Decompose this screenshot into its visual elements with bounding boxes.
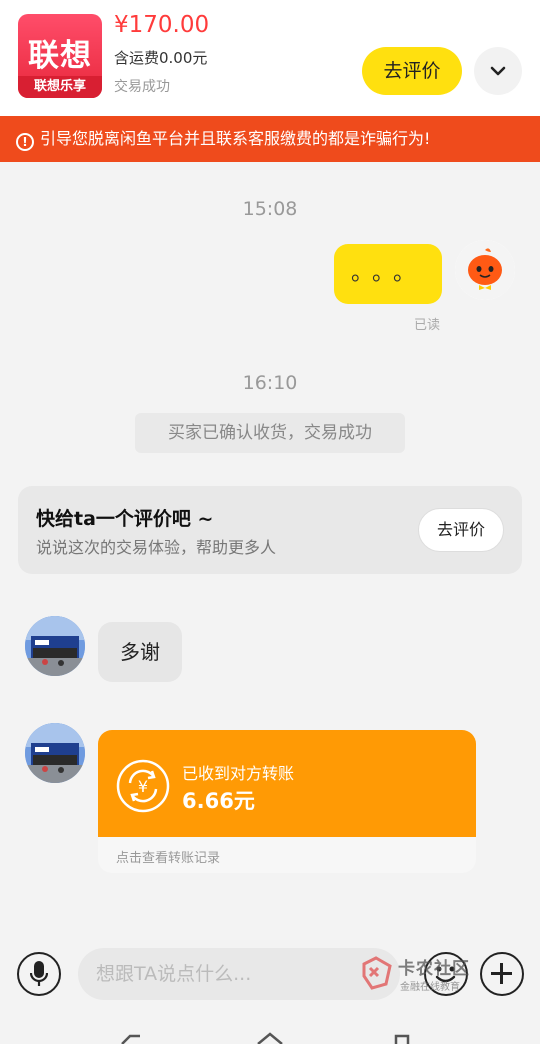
transfer-amount: 6.66元 xyxy=(182,789,255,813)
system-message: 买家已确认收货，交易成功 xyxy=(135,413,405,453)
product-header: 联想 联想乐享 ¥170.00 含运费0.00元 交易成功 去评价 xyxy=(0,0,540,116)
other-avatar[interactable] xyxy=(25,723,85,783)
yuan-exchange-icon: ¥ xyxy=(116,759,170,813)
home-nav-icon[interactable] xyxy=(257,1032,283,1044)
trade-status: 交易成功 xyxy=(114,79,170,95)
other-message-bubble[interactable]: 多谢 xyxy=(98,622,182,682)
shipping-fee: 含运费0.00元 xyxy=(114,49,208,67)
transfer-card-body: ¥ 已收到对方转账 6.66元 xyxy=(98,730,476,837)
review-prompt-card: 快给ta一个评价吧 ~ 说说这次的交易体验，帮助更多人 去评价 xyxy=(18,486,522,574)
my-avatar[interactable] xyxy=(455,240,515,300)
product-price: ¥170.00 xyxy=(114,12,210,38)
watermark: 卡农社区 金融在线教育 xyxy=(360,954,490,994)
review-card-title: 快给ta一个评价吧 ~ xyxy=(36,508,214,530)
expand-button[interactable] xyxy=(474,47,522,95)
storefront-avatar-icon xyxy=(25,616,85,676)
review-button-header[interactable]: 去评价 xyxy=(362,47,462,95)
product-thumbnail[interactable]: 联想 联想乐享 xyxy=(18,14,102,98)
chat-page: 联想 联想乐享 ¥170.00 含运费0.00元 交易成功 去评价 ! 引导您脱离… xyxy=(0,0,540,1044)
read-status: 已读 xyxy=(414,318,441,333)
recents-nav-icon[interactable] xyxy=(394,1034,410,1044)
storefront-avatar-icon xyxy=(25,723,85,783)
fraud-warning-text: 引导您脱离闲鱼平台并且联系客服缴费的都是诈骗行为! xyxy=(40,129,431,148)
thumbnail-brand-subtext: 联想乐享 xyxy=(18,76,102,98)
my-message-bubble[interactable]: 。。。 xyxy=(334,244,442,304)
system-nav-bar xyxy=(121,1032,410,1044)
thumbnail-brand-text: 联想 xyxy=(28,38,92,74)
svg-text:¥: ¥ xyxy=(138,777,148,796)
chevron-down-icon xyxy=(490,66,506,76)
fraud-warning-banner: ! 引导您脱离闲鱼平台并且联系客服缴费的都是诈骗行为! xyxy=(0,116,540,162)
review-card-button[interactable]: 去评价 xyxy=(418,508,504,552)
transfer-card[interactable]: ¥ 已收到对方转账 6.66元 点击查看转账记录 xyxy=(98,730,476,873)
timestamp: 15:08 xyxy=(242,198,298,220)
timestamp: 16:10 xyxy=(242,372,298,394)
exclamation-circle-icon: ! xyxy=(16,133,34,151)
watermark-name: 卡农社区 xyxy=(398,959,470,979)
other-avatar[interactable] xyxy=(25,616,85,676)
transfer-label: 已收到对方转账 xyxy=(182,764,295,783)
transfer-record-link[interactable]: 点击查看转账记录 xyxy=(116,847,220,866)
message-input[interactable] xyxy=(78,948,400,1000)
voice-button[interactable] xyxy=(17,952,61,996)
back-nav-icon[interactable] xyxy=(121,1034,140,1044)
mascot-avatar-icon xyxy=(455,240,515,300)
microphone-icon xyxy=(30,961,48,986)
watermark-subtitle: 金融在线教育 xyxy=(400,982,460,993)
review-card-subtitle: 说说这次的交易体验，帮助更多人 xyxy=(36,538,277,557)
watermark-logo-icon xyxy=(362,956,392,990)
